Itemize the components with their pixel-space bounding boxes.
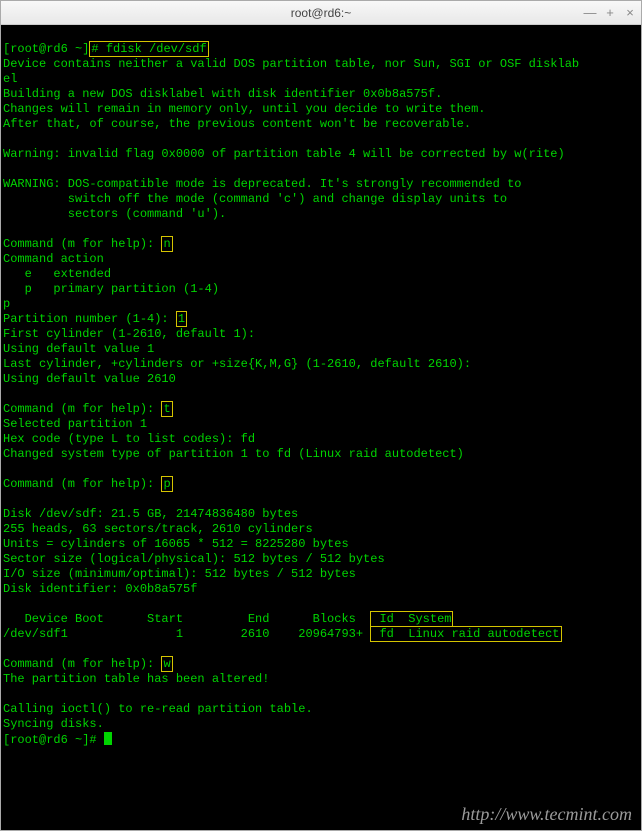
prompt-user-host: root@rd6 [10,42,68,56]
output-line: Disk /dev/sdf: 21.5 GB, 21474836480 byte… [3,507,298,521]
output-line: Syncing disks. [3,717,104,731]
output-line: Using default value 1 [3,342,154,356]
highlight-input-t: t [161,401,172,417]
window-controls: — + × [583,5,637,20]
output-line: Last cylinder, +cylinders or +size{K,M,G… [3,357,471,371]
command-prompt: Command (m for help): [3,402,161,416]
prompt-path: ~ [75,42,82,56]
output-line: sectors (command 'u'). [3,207,226,221]
cursor-icon [104,732,112,745]
command-prompt: Command (m for help): [3,477,161,491]
window-title: root@rd6:~ [291,6,352,20]
titlebar[interactable]: root@rd6:~ — + × [1,1,641,25]
output-line: p [3,297,10,311]
output-line: First cylinder (1-2610, default 1): [3,327,255,341]
output-line: Device contains neither a valid DOS part… [3,57,579,71]
highlight-input-p: p [161,476,172,492]
output-line: Changed system type of partition 1 to fd… [3,447,464,461]
output-line: Sector size (logical/physical): 512 byte… [3,552,385,566]
output-line: el [3,72,17,86]
output-line: The partition table has been altered! [3,672,269,686]
highlight-input-n: n [161,236,172,252]
output-line: Selected partition 1 [3,417,147,431]
partition-number-prompt: Partition number (1-4): [3,312,176,326]
command-prompt: Command (m for help): [3,657,161,671]
maximize-button[interactable]: + [603,5,617,20]
close-button[interactable]: × [623,5,637,20]
output-line: WARNING: DOS-compatible mode is deprecat… [3,177,521,191]
fdisk-command: fdisk /dev/sdf [106,42,207,56]
output-line: After that, of course, the previous cont… [3,117,471,131]
highlight-id-system-header: Id System [370,611,453,627]
output-line: Changes will remain in memory only, unti… [3,102,485,116]
output-line: Hex code (type L to list codes): fd [3,432,255,446]
highlight-id-system-row: fd Linux raid autodetect [370,626,561,642]
output-line: 255 heads, 63 sectors/track, 2610 cylind… [3,522,313,536]
minimize-button[interactable]: — [583,5,597,20]
output-line: e extended [3,267,111,281]
highlight-fdisk-cmd: # fdisk /dev/sdf [89,41,208,57]
highlight-input-w: w [161,656,172,672]
partition-table-row: /dev/sdf1 1 2610 20964793+ [3,627,370,641]
terminal-window: root@rd6:~ — + × [root@rd6 ~]# fdisk /de… [0,0,642,831]
command-prompt: Command (m for help): [3,237,161,251]
output-line: Disk identifier: 0x0b8a575f [3,582,197,596]
output-line: Warning: invalid flag 0x0000 of partitio… [3,147,565,161]
output-line: Using default value 2610 [3,372,176,386]
terminal-body[interactable]: [root@rd6 ~]# fdisk /dev/sdf Device cont… [1,25,641,830]
partition-table-header: Device Boot Start End Blocks [3,612,370,626]
output-line: Units = cylinders of 16065 * 512 = 82252… [3,537,349,551]
prompt-user-host: root@rd6 [10,733,68,747]
output-line: p primary partition (1-4) [3,282,219,296]
output-line: Command action [3,252,104,266]
output-line: Building a new DOS disklabel with disk i… [3,87,442,101]
prompt-path: ~ [75,733,82,747]
highlight-input-1: 1 [176,311,187,327]
output-line: I/O size (minimum/optimal): 512 bytes / … [3,567,356,581]
output-line: switch off the mode (command 'c') and ch… [3,192,507,206]
output-line: Calling ioctl() to re-read partition tab… [3,702,313,716]
